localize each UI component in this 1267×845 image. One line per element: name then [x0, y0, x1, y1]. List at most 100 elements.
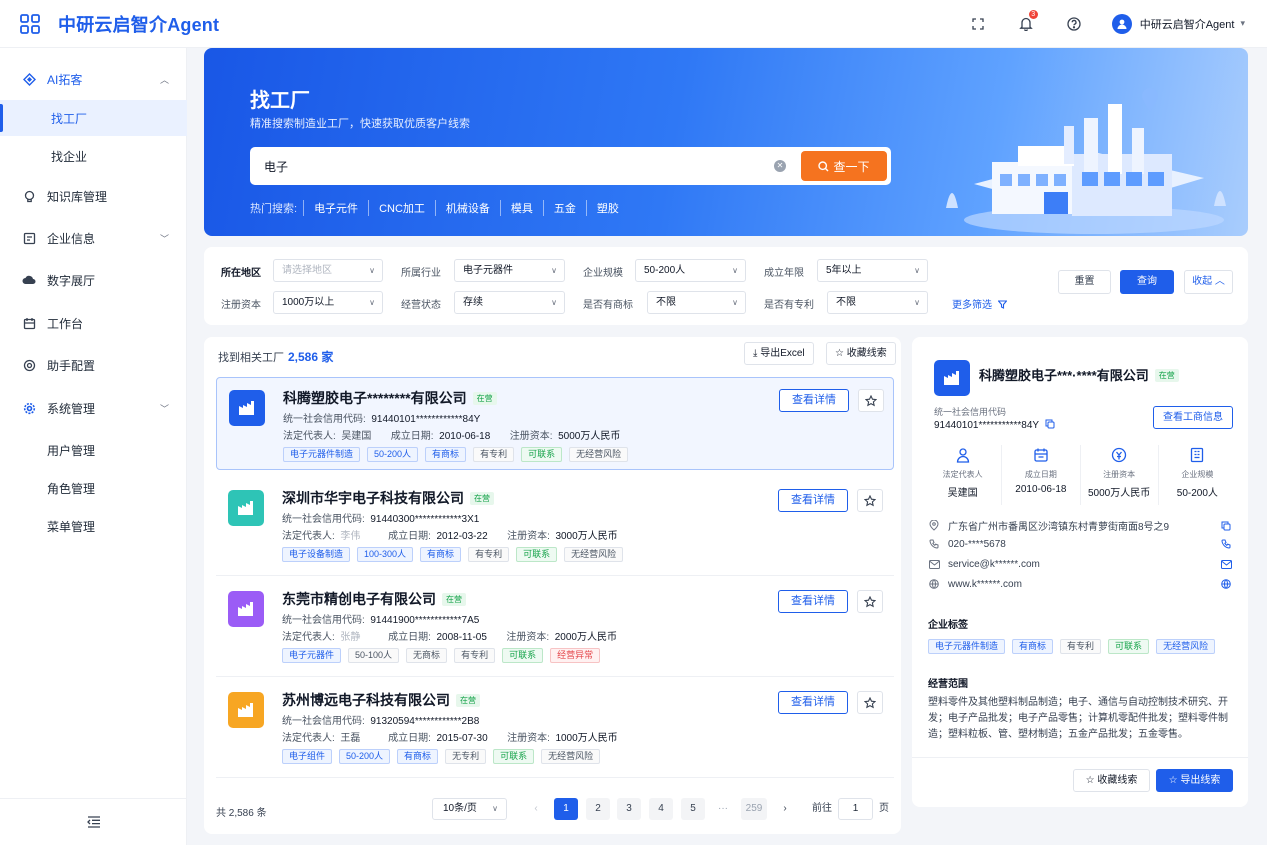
notification-bell-icon[interactable]: 3	[1014, 9, 1038, 36]
open-link-icon[interactable]	[1220, 578, 1232, 590]
company-logo-icon	[228, 692, 264, 728]
search-input[interactable]	[264, 147, 764, 185]
page-size-select[interactable]: 10条/页 ∨	[432, 798, 507, 820]
company-logo-icon	[228, 490, 264, 526]
fullscreen-icon[interactable]	[966, 12, 990, 36]
favorite-star-icon[interactable]	[857, 489, 883, 512]
sidebar-item-find-company[interactable]: 找企业	[0, 138, 187, 174]
page-button[interactable]: 3	[617, 798, 641, 820]
trademark-select[interactable]: 不限 ∨	[647, 291, 746, 314]
company-card[interactable]: 深圳市华宇电子科技有限公司 在营 统一社会信用代码: 91440300******…	[216, 478, 894, 571]
favorite-star-icon[interactable]	[858, 389, 884, 412]
region-select[interactable]: 请选择地区 ∨	[273, 259, 383, 282]
company-card[interactable]: 东莞市精创电子有限公司 在营 统一社会信用代码: 91441900********…	[216, 579, 894, 672]
globe-icon	[928, 578, 940, 590]
export-excel-label: 导出Excel	[760, 348, 805, 359]
prev-page-button[interactable]: ‹	[524, 798, 548, 820]
website-text[interactable]: www.k******.com	[948, 579, 1022, 590]
sidebar-item-menus[interactable]: 菜单管理	[0, 508, 187, 544]
company-card[interactable]: 苏州博远电子科技有限公司 在营 统一社会信用代码: 91320594*******…	[216, 680, 894, 773]
export-excel-button[interactable]: ⤓ 导出Excel	[744, 342, 814, 365]
calendar-icon	[22, 316, 36, 330]
years-select[interactable]: 5年以上 ∨	[817, 259, 928, 282]
patent-select[interactable]: 不限 ∨	[827, 291, 928, 314]
view-detail-button[interactable]: 查看详情	[779, 389, 849, 412]
sidebar-item-knowledge[interactable]: 知识库管理	[0, 178, 187, 214]
collapse-button[interactable]: 收起 ︿	[1184, 270, 1233, 294]
found-date: 2012-03-22	[436, 531, 488, 542]
hot-search-item[interactable]: 机械设备	[434, 200, 500, 216]
view-detail-button[interactable]: 查看详情	[778, 590, 848, 613]
next-page-button[interactable]: ›	[773, 798, 797, 820]
app-title: 中研云启智介Agent	[58, 14, 220, 35]
call-icon[interactable]	[1220, 538, 1232, 550]
favorite-star-icon[interactable]	[857, 590, 883, 613]
sidebar-item-hall[interactable]: 数字展厅	[0, 262, 187, 298]
tag: 经营异常	[550, 648, 601, 663]
detail-fav-button[interactable]: ☆ 收藏线索	[1073, 769, 1150, 792]
sidebar-collapse-button[interactable]	[0, 798, 187, 845]
more-filters-link[interactable]: 更多筛选	[952, 296, 1008, 311]
sidebar-item-ai[interactable]: AI拓客 ︿	[0, 61, 187, 97]
view-detail-button[interactable]: 查看详情	[778, 489, 848, 512]
tag: 电子组件	[282, 749, 333, 764]
detail-credit-label: 统一社会信用代码	[934, 407, 1007, 417]
view-detail-button[interactable]: 查看详情	[778, 691, 848, 714]
filter-panel: 所在地区 请选择地区 ∨ 所属行业 电子元器件 ∨ 企业规模 50-200人 ∨ 成立…	[204, 247, 1248, 325]
company-name[interactable]: 东莞市精创电子有限公司 在营	[282, 589, 466, 609]
sidebar-item-assistant[interactable]: 助手配置	[0, 347, 187, 383]
scale-select[interactable]: 50-200人 ∨	[635, 259, 746, 282]
page-button[interactable]: 4	[649, 798, 673, 820]
view-business-info-button[interactable]: 查看工商信息	[1153, 406, 1233, 429]
info-row: 法定代表人: 王磊 成立日期: 2015-07-30 注册资本: 1000万人民…	[282, 729, 618, 744]
status-select[interactable]: 存续 ∨	[454, 291, 565, 314]
page-button[interactable]: 259	[741, 798, 767, 820]
sidebar-item-enterprise[interactable]: 企业信息 ﹀	[0, 220, 187, 256]
company-name[interactable]: 科腾塑胶电子********有限公司 在营	[283, 388, 497, 408]
company-card[interactable]: 科腾塑胶电子********有限公司 在营 统一社会信用代码: 91440101*…	[216, 377, 894, 470]
capital-label: 注册资本:	[509, 431, 553, 442]
send-mail-icon[interactable]	[1220, 558, 1232, 570]
page-button[interactable]: 1	[554, 798, 578, 820]
app-grid-icon[interactable]	[20, 13, 40, 34]
sidebar-item-find-factory[interactable]: 找工厂	[0, 100, 187, 136]
hot-search-item[interactable]: CNC加工	[368, 200, 435, 216]
search-icon	[818, 160, 829, 171]
user-name: 中研云启智介Agent	[1139, 18, 1235, 31]
copy-icon[interactable]	[1220, 520, 1232, 532]
tag: 有专利	[1060, 639, 1102, 654]
hot-search-item[interactable]: 电子元件	[303, 200, 368, 216]
export-leads-button[interactable]: ☆ 导出线索	[1156, 769, 1233, 792]
sidebar-item-users[interactable]: 用户管理	[0, 432, 187, 468]
fav-leads-button[interactable]: ☆ 收藏线索	[826, 342, 896, 365]
found-date: 2008-11-05	[436, 632, 487, 643]
sidebar-item-workbench[interactable]: 工作台	[0, 305, 187, 341]
detail-tag-list: 电子元器件制造 有商标 有专利 可联系 无经营风险	[928, 639, 1222, 654]
hot-search-item[interactable]: 模具	[499, 200, 543, 216]
chevron-down-icon: ∨	[732, 298, 738, 307]
person-icon	[924, 445, 1001, 465]
tag: 无经营风险	[1156, 639, 1216, 654]
goto-page-input[interactable]: 1	[838, 798, 873, 820]
query-button[interactable]: 查询	[1120, 270, 1174, 294]
sidebar-item-roles[interactable]: 角色管理	[0, 470, 187, 506]
search-button[interactable]: 查一下	[801, 151, 887, 181]
help-icon[interactable]	[1062, 12, 1086, 36]
legal-person: 张静	[340, 632, 361, 643]
clear-icon[interactable]: ✕	[774, 160, 786, 172]
sidebar-item-system[interactable]: 系统管理 ﹀	[0, 390, 187, 426]
hot-search-item[interactable]: 五金	[542, 200, 586, 216]
detail-company-name: 科腾塑胶电子***·****有限公司 在营	[979, 365, 1179, 384]
company-name[interactable]: 苏州博远电子科技有限公司 在营	[282, 690, 480, 710]
reset-button[interactable]: 重置	[1058, 270, 1111, 294]
tag: 有专利	[454, 648, 496, 663]
capital-select[interactable]: 1000万以上 ∨	[273, 291, 383, 314]
industry-select[interactable]: 电子元器件 ∨	[454, 259, 565, 282]
copy-icon[interactable]	[1045, 419, 1055, 429]
user-menu[interactable]: 中研云启智介Agent ▾	[1111, 13, 1245, 34]
favorite-star-icon[interactable]	[857, 691, 883, 714]
page-button[interactable]: 2	[586, 798, 610, 820]
hot-search-item[interactable]: 塑胶	[585, 200, 629, 216]
page-button[interactable]: 5	[681, 798, 705, 820]
company-name[interactable]: 深圳市华宇电子科技有限公司 在营	[282, 488, 494, 508]
